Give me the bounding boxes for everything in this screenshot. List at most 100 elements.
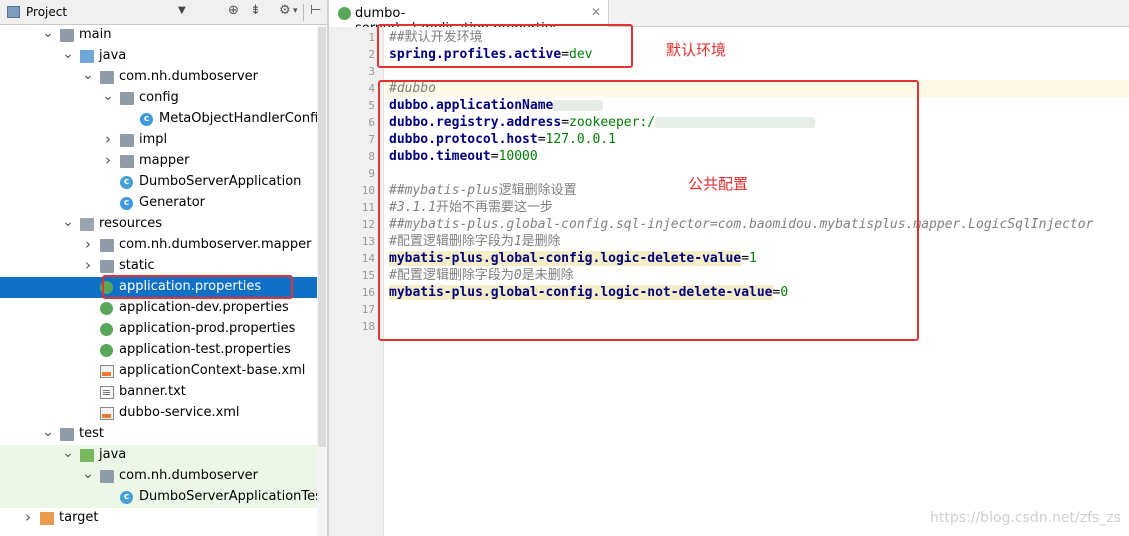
package-icon: [120, 92, 134, 105]
xml-file-icon: [100, 365, 114, 378]
tree-item[interactable]: ⌄ com.nh.dumboserver: [0, 67, 327, 88]
tree-item[interactable]: › mapper: [0, 151, 327, 172]
line-number: 10: [361, 184, 375, 197]
chevron-right-icon[interactable]: ›: [82, 256, 94, 274]
tree-item[interactable]: › target: [0, 508, 327, 529]
line-number: 2: [368, 48, 375, 61]
tree-item-label: DumboServerApplicationTest: [139, 489, 327, 504]
tree-item[interactable]: ⌄ config: [0, 88, 327, 109]
chevron-down-icon[interactable]: ⌄: [42, 25, 54, 41]
folder-icon: [60, 29, 74, 42]
scrollbar-thumb[interactable]: [318, 27, 326, 447]
chevron-right-icon[interactable]: ›: [102, 151, 114, 169]
tree-item-label: target: [59, 510, 99, 525]
scroll-from-source-icon[interactable]: ⊕: [228, 3, 239, 18]
tree-item-label: static: [119, 258, 155, 273]
line-number: 13: [361, 235, 375, 248]
tree-item-label: mapper: [139, 153, 190, 168]
text-file-icon: [100, 386, 114, 399]
line-number: 7: [368, 133, 375, 146]
line-number: 18: [361, 320, 375, 333]
tree-item[interactable]: ⌄ com.nh.dumboserver: [0, 466, 327, 487]
tree-item[interactable]: application-dev.properties: [0, 298, 327, 319]
package-icon: [100, 260, 114, 273]
class-icon: c: [120, 197, 133, 210]
test-folder-icon: [80, 449, 94, 462]
tree-item[interactable]: dubbo-service.xml: [0, 403, 327, 424]
project-panel-header: Project ▼ ⊕ ⇟ ⚙ ▾ ⊢: [0, 0, 327, 25]
tree-item-label: MetaObjectHandlerConfig: [159, 111, 327, 126]
tree-item[interactable]: ⌄ java: [0, 46, 327, 67]
chevron-right-icon[interactable]: ›: [102, 130, 114, 148]
chevron-down-icon[interactable]: ⌄: [62, 214, 74, 230]
line-number: 8: [368, 150, 375, 163]
highlight-box-public-config: [378, 80, 919, 341]
chevron-right-icon[interactable]: ›: [82, 235, 94, 253]
line-number: 11: [361, 201, 375, 214]
chevron-down-icon[interactable]: ▼: [178, 5, 186, 16]
spring-leaf-icon: [100, 344, 113, 357]
package-icon: [120, 155, 134, 168]
tree-item-label: resources: [99, 216, 163, 231]
chevron-down-icon[interactable]: ⌄: [82, 67, 94, 83]
collapse-all-icon[interactable]: ⇟: [250, 3, 261, 18]
package-icon: [100, 239, 114, 252]
project-panel: Project ▼ ⊕ ⇟ ⚙ ▾ ⊢ ⌄ main ⌄ java ⌄ com.nh.du…: [0, 0, 327, 536]
package-icon: [100, 71, 114, 84]
tree-item[interactable]: c DumboServerApplication: [0, 172, 327, 193]
tree-item[interactable]: › static: [0, 256, 327, 277]
tree-item[interactable]: application-prod.properties: [0, 319, 327, 340]
xml-file-icon: [100, 407, 114, 420]
excluded-folder-icon: [40, 512, 54, 525]
tree-item[interactable]: c MetaObjectHandlerConfig: [0, 109, 327, 130]
tree-item-label: application-prod.properties: [119, 321, 296, 336]
tree-item-label: impl: [139, 132, 168, 147]
editor-tab-bar: dumbo-server\...\application.properties …: [329, 0, 1129, 36]
tree-item-label: java: [99, 48, 127, 63]
gear-dropdown-icon[interactable]: ▾: [293, 6, 298, 16]
tree-item-label: dubbo-service.xml: [119, 405, 240, 420]
chevron-right-icon[interactable]: ›: [22, 508, 34, 526]
chevron-down-icon[interactable]: ⌄: [82, 466, 94, 482]
tree-item[interactable]: banner.txt: [0, 382, 327, 403]
project-tree-scrollbar[interactable]: [317, 25, 327, 536]
highlight-box-application-properties: [102, 275, 293, 299]
hide-panel-icon[interactable]: ⊢: [310, 3, 321, 18]
line-number: 14: [361, 252, 375, 265]
highlight-box-default-env: [377, 24, 633, 68]
line-number: 4: [368, 82, 375, 95]
tree-item[interactable]: c Generator: [0, 193, 327, 214]
tree-item-label: com.nh.dumboserver: [119, 468, 259, 483]
tree-item-label: DumboServerApplication: [139, 174, 302, 189]
spring-leaf-icon: [100, 302, 113, 315]
tree-item[interactable]: c DumboServerApplicationTest: [0, 487, 327, 508]
tree-item-label: Generator: [139, 195, 206, 210]
line-number: 1: [368, 31, 375, 44]
chevron-down-icon[interactable]: ⌄: [42, 424, 54, 440]
chevron-down-icon[interactable]: ⌄: [62, 445, 74, 461]
close-icon[interactable]: ✕: [591, 5, 601, 19]
tree-item[interactable]: applicationContext-base.xml: [0, 361, 327, 382]
tree-item[interactable]: ⌄ test: [0, 424, 327, 445]
annotation-public-config: 公共配置: [688, 175, 749, 193]
tree-item-label: com.nh.dumboserver: [119, 69, 259, 84]
tree-item[interactable]: › com.nh.dumboserver.mapper: [0, 235, 327, 256]
tree-item-label: application-test.properties: [119, 342, 291, 357]
tree-item[interactable]: application-test.properties: [0, 340, 327, 361]
gear-icon[interactable]: ⚙: [279, 3, 291, 18]
tree-item-label: applicationContext-base.xml: [119, 363, 306, 378]
tree-item[interactable]: › impl: [0, 130, 327, 151]
tree-item-label: main: [79, 27, 112, 42]
runnable-class-icon: c: [120, 176, 133, 189]
tree-item[interactable]: ⌄ resources: [0, 214, 327, 235]
chevron-down-icon[interactable]: ⌄: [102, 88, 114, 104]
project-panel-title[interactable]: Project: [26, 5, 67, 19]
package-icon: [100, 470, 114, 483]
tree-item[interactable]: ⌄ main: [0, 25, 327, 46]
line-number: 17: [361, 303, 375, 316]
tree-item-label: com.nh.dumboserver.mapper: [119, 237, 312, 252]
chevron-down-icon[interactable]: ⌄: [62, 46, 74, 62]
tree-item[interactable]: ⌄ java: [0, 445, 327, 466]
tab-application-properties[interactable]: dumbo-server\...\application.properties …: [329, 0, 609, 36]
line-number: 15: [361, 269, 375, 282]
